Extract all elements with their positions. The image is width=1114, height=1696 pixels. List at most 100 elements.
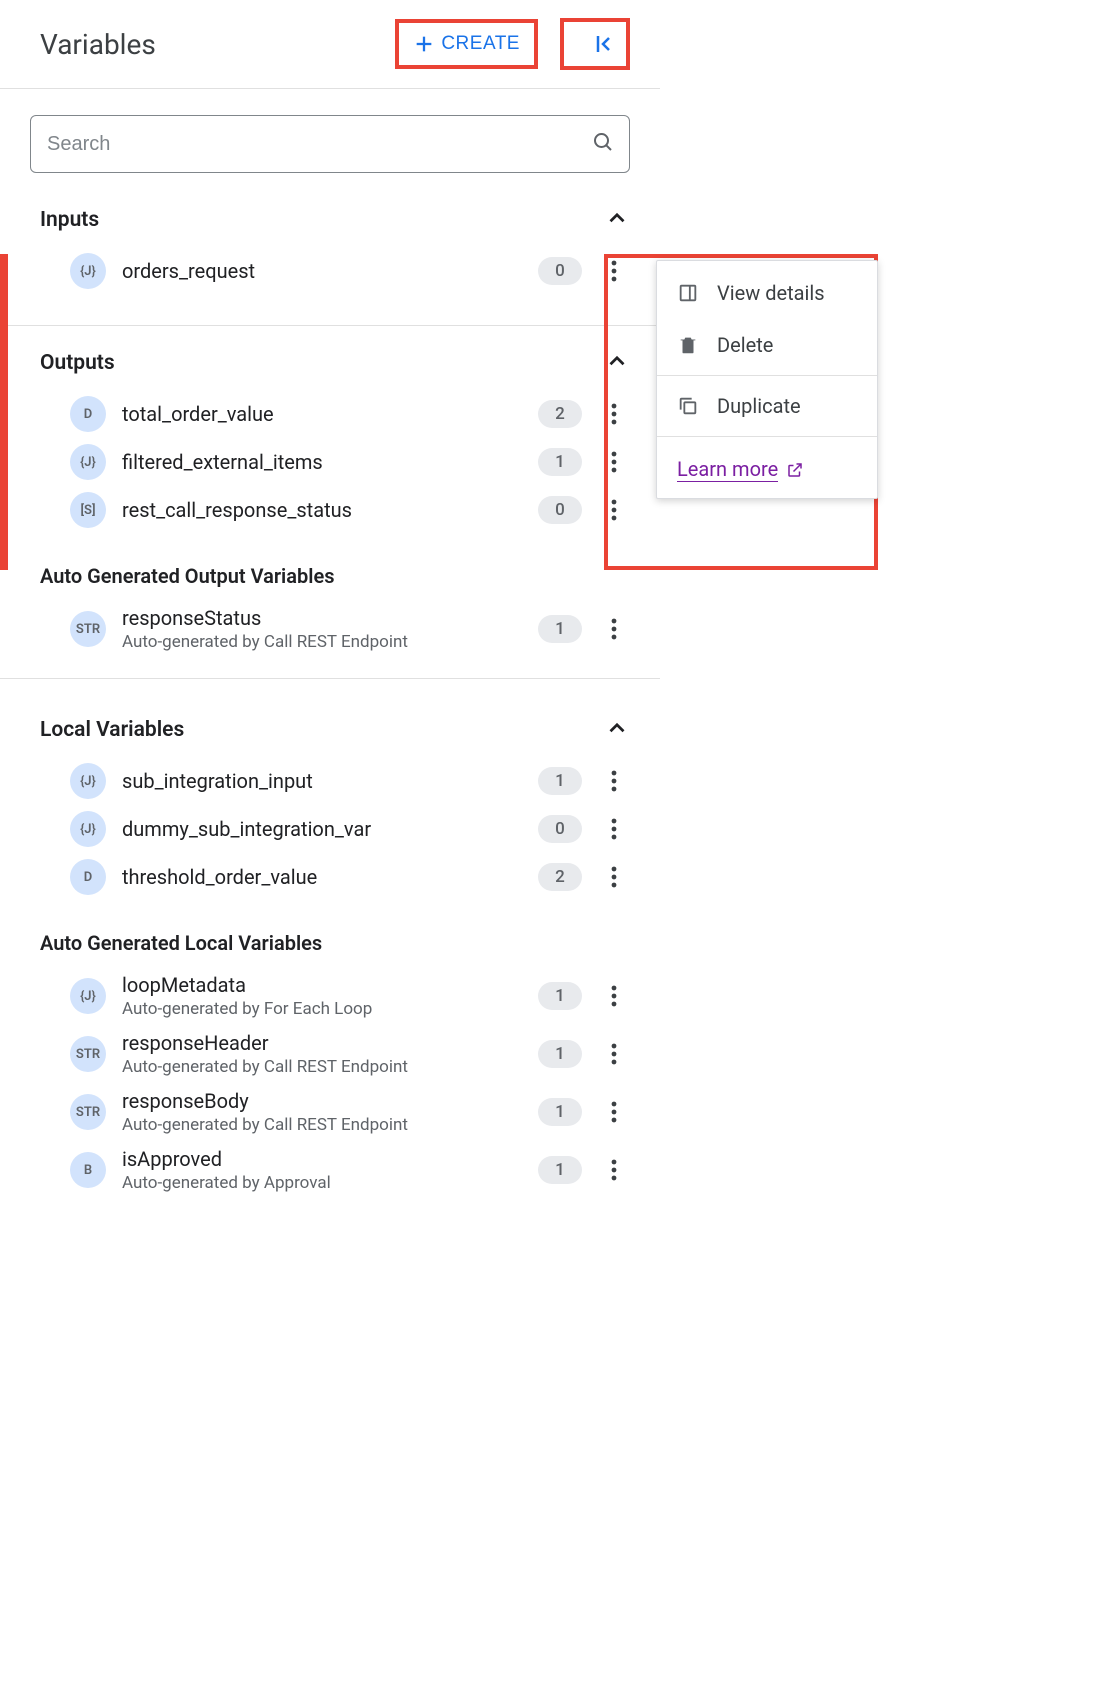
variable-subtitle: Auto-generated by Approval: [122, 1173, 522, 1193]
search-input[interactable]: [45, 132, 591, 157]
usage-count: 1: [538, 767, 582, 795]
plus-icon: [413, 33, 435, 55]
usage-count: 2: [538, 863, 582, 891]
subsection-title: Auto Generated Local Variables: [40, 901, 630, 967]
usage-count: 1: [538, 448, 582, 476]
row-menu-button[interactable]: [598, 446, 630, 478]
row-menu-button[interactable]: [598, 765, 630, 797]
type-badge-double: D: [70, 859, 106, 895]
variable-row[interactable]: STR responseBody Auto-generated by Call …: [40, 1083, 630, 1141]
variable-name: loopMetadata: [122, 973, 522, 997]
search-field[interactable]: [30, 115, 630, 173]
chevron-up-icon: [604, 715, 630, 745]
menu-item-view-details[interactable]: View details: [657, 267, 877, 319]
page-title: Variables: [40, 28, 395, 61]
variable-name: orders_request: [122, 259, 522, 283]
variable-name: responseBody: [122, 1089, 522, 1113]
section-header-inputs[interactable]: Inputs: [40, 193, 630, 247]
variable-name: filtered_external_items: [122, 450, 522, 474]
subsection-title: Auto Generated Output Variables: [40, 534, 630, 600]
variable-row[interactable]: D threshold_order_value 2: [40, 853, 630, 901]
variable-name: threshold_order_value: [122, 865, 522, 889]
type-badge-string: STR: [70, 611, 106, 647]
external-link-icon: [786, 461, 804, 479]
collapse-left-icon: [592, 32, 616, 56]
variable-row[interactable]: [S] rest_call_response_status 0: [40, 486, 630, 534]
row-menu-button[interactable]: [598, 1096, 630, 1128]
type-badge-json: {J}: [70, 444, 106, 480]
view-details-icon: [677, 282, 699, 304]
menu-item-label: Duplicate: [717, 394, 801, 418]
type-badge-double: D: [70, 396, 106, 432]
variable-name: total_order_value: [122, 402, 522, 426]
annotation-highlight: [0, 254, 8, 570]
trash-icon: [677, 334, 699, 356]
type-badge-json: {J}: [70, 253, 106, 289]
variable-row[interactable]: STR responseStatus Auto-generated by Cal…: [40, 600, 630, 658]
variable-row[interactable]: STR responseHeader Auto-generated by Cal…: [40, 1025, 630, 1083]
duplicate-icon: [677, 395, 699, 417]
type-badge-string: STR: [70, 1094, 106, 1130]
variable-row[interactable]: D total_order_value 2: [40, 390, 630, 438]
usage-count: 1: [538, 1156, 582, 1184]
menu-item-label: Delete: [717, 333, 773, 357]
chevron-up-icon: [604, 348, 630, 378]
row-menu-button[interactable]: [598, 255, 630, 287]
usage-count: 0: [538, 496, 582, 524]
menu-item-label: View details: [717, 281, 825, 305]
collapse-panel-button[interactable]: [582, 22, 626, 66]
type-badge-json: {J}: [70, 811, 106, 847]
variable-name: isApproved: [122, 1147, 522, 1171]
row-menu-button[interactable]: [598, 494, 630, 526]
row-menu-button[interactable]: [598, 980, 630, 1012]
row-menu-button[interactable]: [598, 861, 630, 893]
variable-name: sub_integration_input: [122, 769, 522, 793]
learn-more-link[interactable]: Learn more: [677, 457, 778, 482]
variable-row[interactable]: {J} orders_request 0: [40, 247, 630, 295]
row-menu-button[interactable]: [598, 398, 630, 430]
variable-row[interactable]: {J} dummy_sub_integration_var 0: [40, 805, 630, 853]
usage-count: 1: [538, 615, 582, 643]
section-title: Outputs: [40, 351, 604, 375]
section-title: Inputs: [40, 208, 604, 232]
usage-count: 0: [538, 257, 582, 285]
create-button-label: CREATE: [441, 33, 520, 55]
row-menu-button[interactable]: [598, 1154, 630, 1186]
variable-name: rest_call_response_status: [122, 498, 522, 522]
section-title: Local Variables: [40, 718, 604, 742]
type-badge-string: STR: [70, 1036, 106, 1072]
usage-count: 0: [538, 815, 582, 843]
chevron-up-icon: [604, 205, 630, 235]
variable-name: responseHeader: [122, 1031, 522, 1055]
menu-divider: [657, 375, 877, 376]
type-badge-string-array: [S]: [70, 492, 106, 528]
panel-header: Variables CREATE: [0, 0, 660, 89]
variable-name: dummy_sub_integration_var: [122, 817, 522, 841]
type-badge-boolean: B: [70, 1152, 106, 1188]
usage-count: 2: [538, 400, 582, 428]
type-badge-json: {J}: [70, 763, 106, 799]
section-header-locals[interactable]: Local Variables: [40, 703, 630, 757]
row-menu-button[interactable]: [598, 613, 630, 645]
section-header-outputs[interactable]: Outputs: [40, 336, 630, 390]
menu-learn-more[interactable]: Learn more: [657, 441, 877, 492]
menu-item-duplicate[interactable]: Duplicate: [657, 380, 877, 432]
menu-item-delete[interactable]: Delete: [657, 319, 877, 371]
variable-row[interactable]: {J} filtered_external_items 1: [40, 438, 630, 486]
usage-count: 1: [538, 1098, 582, 1126]
row-menu-button[interactable]: [598, 813, 630, 845]
variable-subtitle: Auto-generated by Call REST Endpoint: [122, 632, 522, 652]
usage-count: 1: [538, 982, 582, 1010]
variable-row[interactable]: {J} loopMetadata Auto-generated by For E…: [40, 967, 630, 1025]
variable-row[interactable]: B isApproved Auto-generated by Approval …: [40, 1141, 630, 1199]
search-icon: [591, 130, 615, 158]
variable-subtitle: Auto-generated by For Each Loop: [122, 999, 522, 1019]
variable-subtitle: Auto-generated by Call REST Endpoint: [122, 1115, 522, 1135]
menu-divider: [657, 436, 877, 437]
usage-count: 1: [538, 1040, 582, 1068]
context-menu: View details Delete Duplicate Learn more: [656, 260, 878, 499]
variable-row[interactable]: {J} sub_integration_input 1: [40, 757, 630, 805]
row-menu-button[interactable]: [598, 1038, 630, 1070]
create-button[interactable]: CREATE: [399, 23, 534, 65]
type-badge-json: {J}: [70, 978, 106, 1014]
